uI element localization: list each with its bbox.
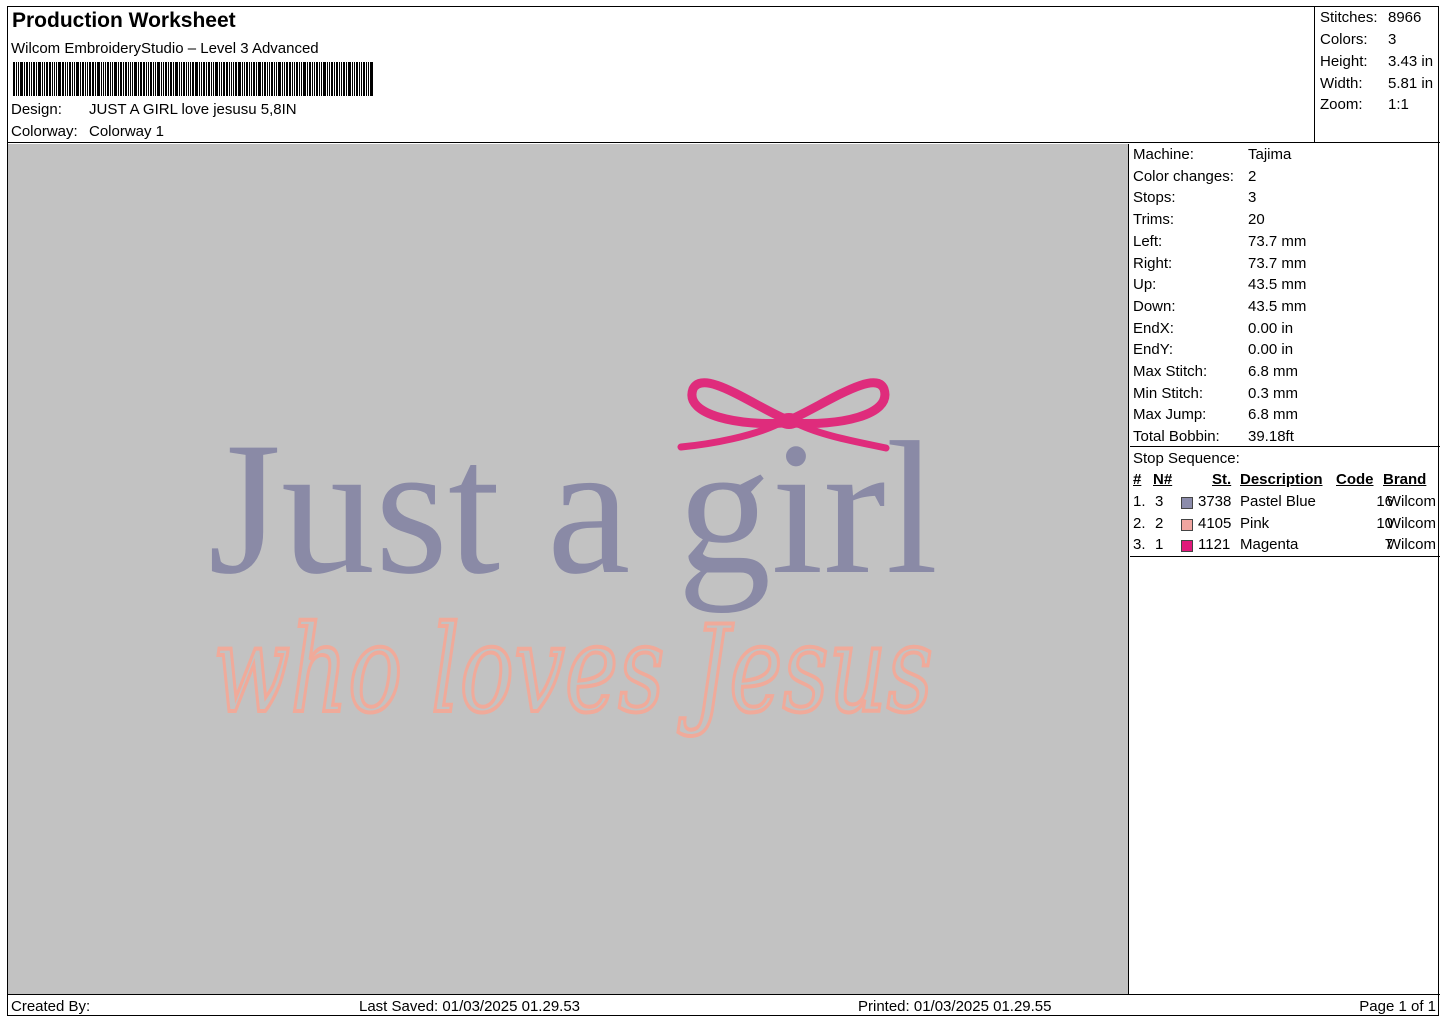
- info-value: 3: [1248, 189, 1257, 207]
- needle-number: 1: [1155, 536, 1164, 553]
- info-label: Up:: [1133, 276, 1157, 294]
- info-value: 6.8 mm: [1248, 363, 1299, 380]
- design-name: JUST A GIRL love jesusu 5,8IN: [89, 101, 297, 118]
- colorway-label: Colorway:: [11, 123, 78, 140]
- color-swatch: [1181, 540, 1193, 552]
- info-value: 39.18ft: [1248, 428, 1294, 446]
- info-label: Stops:: [1133, 189, 1176, 207]
- machine-info-row: Right: 73.7 mm: [1133, 255, 1306, 272]
- machine-info-row: Up: 43.5 mm: [1133, 276, 1306, 293]
- machine-info-row: Min Stitch: 0.3 mm: [1133, 385, 1298, 402]
- table-row: 3. 1 1121 Magenta 7 Wilcom: [1130, 536, 1440, 558]
- stat-zoom: Zoom: 1:1: [1320, 96, 1409, 113]
- stat-width: Width: 5.81 in: [1320, 75, 1434, 92]
- machine-info-row: Color changes: 2: [1133, 168, 1256, 185]
- stop-sequence-title: Stop Sequence:: [1133, 450, 1240, 467]
- machine-info-row: Stops: 3: [1133, 189, 1256, 206]
- page-title: Production Worksheet: [12, 9, 236, 32]
- info-value: 73.7 mm: [1248, 232, 1307, 250]
- colorway-row: Colorway: Colorway 1: [11, 123, 164, 140]
- stitch-count: 1121: [1198, 536, 1231, 553]
- row-number: 1.: [1133, 493, 1146, 510]
- info-value: 20: [1248, 211, 1265, 229]
- row-number: 3.: [1133, 536, 1146, 553]
- stitch-count: 3738: [1198, 493, 1232, 510]
- info-label: EndX:: [1133, 319, 1174, 337]
- stitch-count: 4105: [1198, 514, 1232, 532]
- info-label: Right:: [1133, 254, 1173, 272]
- software-name: Wilcom EmbroideryStudio – Level 3 Advanc…: [11, 40, 319, 57]
- barcode: [13, 62, 374, 96]
- stat-stitches: Stitches: 8966: [1320, 9, 1422, 26]
- info-label: Down:: [1133, 297, 1176, 315]
- info-value: 2: [1248, 167, 1257, 185]
- thread-description: Pastel Blue: [1240, 493, 1316, 510]
- table-header: # N# St. Description Code Brand: [1133, 471, 1427, 488]
- info-label: Max Stitch:: [1133, 363, 1208, 380]
- thread-brand: Wilcom: [1386, 493, 1436, 510]
- printed-date: Printed: 01/03/2025 01.29.55: [858, 998, 1052, 1015]
- design-row: Design: JUST A GIRL love jesusu 5,8IN: [11, 101, 297, 118]
- machine-info-row: EndX: 0.00 in: [1133, 320, 1293, 337]
- machine-info-row: Left: 73.7 mm: [1133, 233, 1306, 250]
- page-number: Page 1 of 1: [1359, 998, 1436, 1015]
- worksheet-footer: Created By: Last Saved: 01/03/2025 01.29…: [8, 994, 1440, 1016]
- side-panel: Machine: Tajima Color changes: 2 Stops: 3 Trim…: [1130, 144, 1440, 994]
- divider: [1130, 446, 1440, 447]
- machine-info-row: EndY: 0.00 in: [1133, 341, 1293, 358]
- table-row: 2. 2 4105 Pink 10 Wilcom: [1130, 515, 1440, 537]
- machine-info-row: Max Stitch: 6.8 mm: [1133, 363, 1298, 380]
- table-row: 1. 3 3738 Pastel Blue 16 Wilcom: [1130, 493, 1440, 515]
- color-swatch: [1181, 497, 1193, 509]
- thread-description: Magenta: [1240, 536, 1299, 553]
- created-by: Created By:: [11, 998, 91, 1015]
- design-stats: Stitches: 8966 Colors: 3 Height: 3.43 in Wi…: [1314, 7, 1440, 143]
- info-value: 43.5 mm: [1248, 297, 1307, 315]
- info-value: 73.7 mm: [1248, 254, 1307, 272]
- machine-info-row: Total Bobbin: 39.18ft: [1133, 428, 1294, 445]
- stat-colors: Colors: 3: [1320, 31, 1397, 48]
- info-label: Color changes:: [1133, 167, 1234, 185]
- info-label: Min Stitch:: [1133, 384, 1204, 402]
- info-value: 6.8 mm: [1248, 406, 1299, 424]
- machine-info-row: Max Jump: 6.8 mm: [1133, 406, 1298, 423]
- info-value: 0.00 in: [1248, 341, 1294, 359]
- machine-info-row: Trims: 20: [1133, 211, 1265, 228]
- info-label: Left:: [1133, 232, 1163, 250]
- design-label: Design:: [11, 101, 62, 118]
- color-swatch: [1181, 518, 1193, 531]
- info-label: EndY:: [1133, 341, 1174, 359]
- last-saved: Last Saved: 01/03/2025 01.29.53: [359, 998, 581, 1015]
- info-value: Tajima: [1248, 146, 1292, 163]
- needle-number: 2: [1155, 514, 1164, 532]
- thread-brand: Wilcom: [1386, 514, 1436, 532]
- design-preview-canvas[interactable]: Just a girl who loves Jesus: [8, 144, 1129, 994]
- needle-number: 3: [1155, 493, 1164, 510]
- info-value: 0.3 mm: [1248, 384, 1299, 402]
- design-line-2: who loves Jesus: [213, 601, 933, 740]
- worksheet-frame: Production Worksheet Wilcom EmbroiderySt…: [7, 6, 1440, 1016]
- divider: [1130, 556, 1440, 557]
- colorway-name: Colorway 1: [89, 123, 165, 140]
- info-label: Max Jump:: [1133, 406, 1207, 424]
- row-number: 2.: [1133, 514, 1146, 532]
- info-value: 0.00 in: [1248, 319, 1294, 337]
- info-label: Trims:: [1133, 211, 1175, 229]
- machine-info-row: Down: 43.5 mm: [1133, 298, 1306, 315]
- thread-brand: Wilcom: [1386, 536, 1436, 553]
- info-value: 43.5 mm: [1248, 276, 1307, 294]
- design-line-1: Just a girl: [208, 404, 938, 614]
- machine-info-row: Machine: Tajima: [1133, 146, 1291, 163]
- stat-height: Height: 3.43 in: [1320, 53, 1434, 70]
- info-label: Machine:: [1133, 146, 1194, 163]
- thread-description: Pink: [1240, 514, 1270, 532]
- worksheet-header: Production Worksheet Wilcom EmbroiderySt…: [8, 7, 1314, 143]
- info-label: Total Bobbin:: [1133, 428, 1220, 446]
- embroidery-design: Just a girl who loves Jesus: [208, 378, 938, 742]
